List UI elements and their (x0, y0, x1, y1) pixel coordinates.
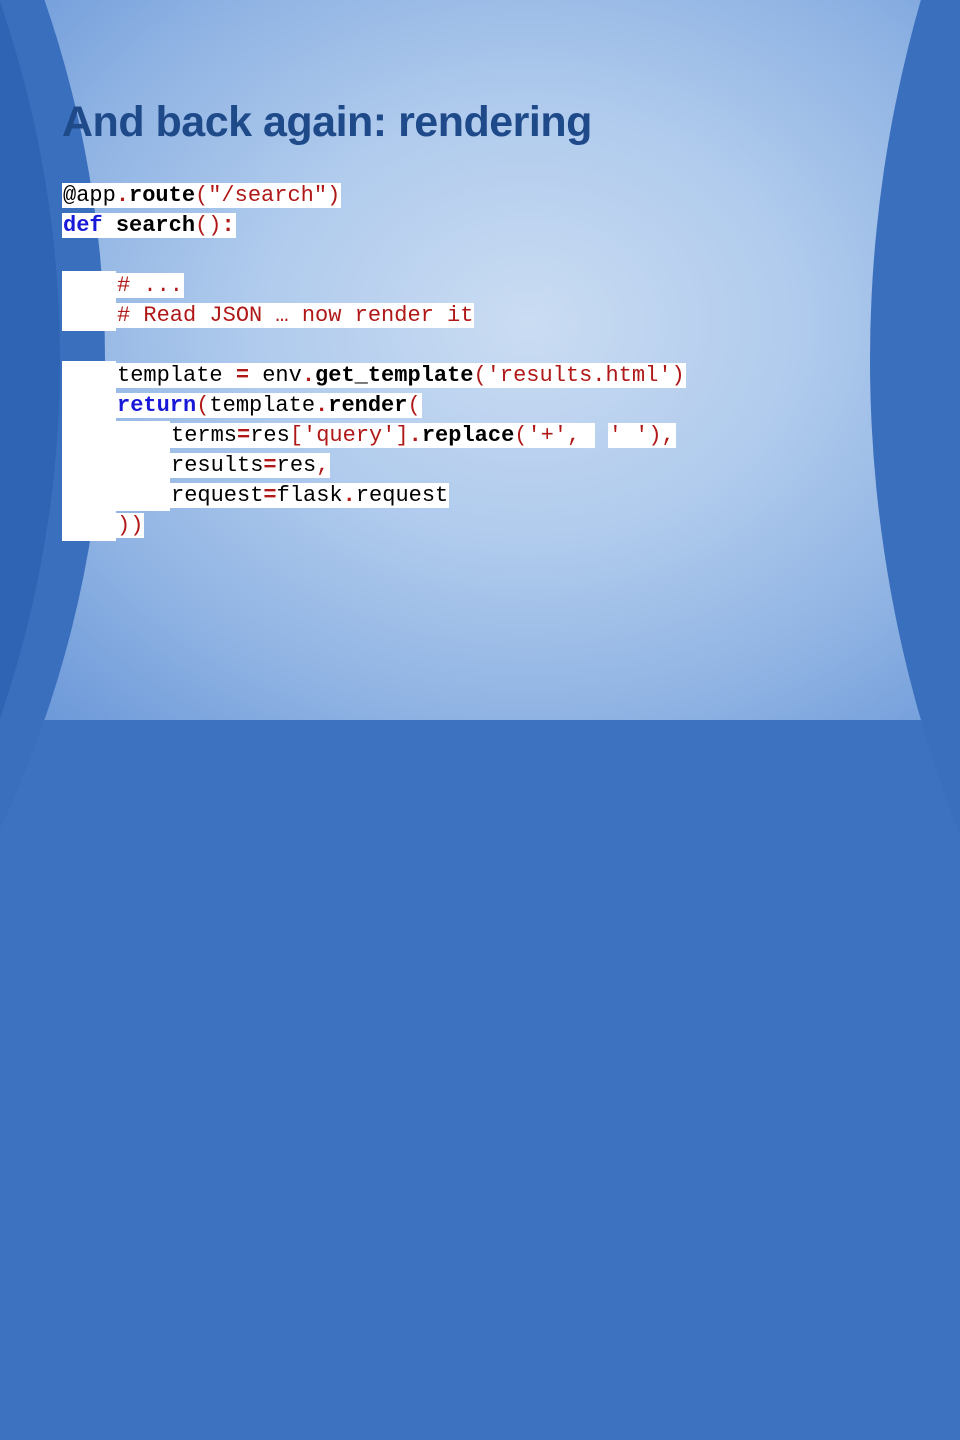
code-line-7: terms=res['query'].replace('+', ' '), (62, 421, 922, 451)
slide-title: And back again: rendering (62, 98, 922, 147)
code-line-2: def search(): (62, 211, 922, 241)
code-line-1: @app.route("/search") (62, 181, 922, 211)
code-blank-2 (62, 331, 922, 361)
code-line-5: template = env.get_template('results.htm… (62, 361, 922, 391)
slide-content: And back again: rendering @app.route("/s… (62, 98, 922, 541)
code-line-3: # ... (62, 271, 922, 301)
code-blank-1 (62, 241, 922, 271)
code-line-6: return(template.render( (62, 391, 922, 421)
code-line-4: # Read JSON … now render it (62, 301, 922, 331)
code-block: @app.route("/search") def search(): # ..… (62, 181, 922, 541)
code-line-9: request=flask.request (62, 481, 922, 511)
code-line-10: )) (62, 511, 922, 541)
code-line-8: results=res, (62, 451, 922, 481)
